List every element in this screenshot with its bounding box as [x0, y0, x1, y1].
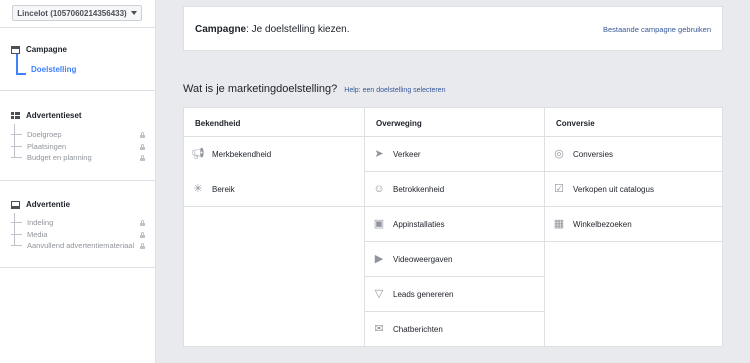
chevron-down-icon — [130, 11, 137, 15]
sidebar-section-adset[interactable]: Advertentieset — [11, 111, 82, 120]
box-icon: ▣ — [373, 217, 385, 230]
column-title: Bekendheid — [195, 119, 241, 128]
lock-icon — [140, 243, 145, 249]
sidebar-divider — [0, 27, 155, 28]
objective-label: Bereik — [212, 184, 235, 194]
account-label: Lincelot (1057060214356433) — [17, 8, 127, 18]
campaign-label: Campagne — [195, 24, 247, 35]
sidebar-section-campaign[interactable]: Campagne — [11, 45, 67, 54]
objective-label: Betrokkenheid — [393, 184, 445, 194]
campaign-step-text: : Je doelstelling kiezen. — [246, 24, 350, 35]
ad-icon — [11, 200, 20, 209]
objective-conversies[interactable]: ◎ Conversies — [545, 137, 722, 172]
lock-icon — [140, 232, 145, 238]
sidebar-item-media[interactable]: Media — [10, 230, 47, 239]
tree-line — [14, 213, 15, 246]
sidebar-item-doelgroep[interactable]: Doelgroep — [11, 130, 62, 139]
column-bekendheid: Bekendheid 📢︎ Merkbekendheid ✳ Bereik — [184, 108, 364, 346]
column-overweging: Overweging ➤ Verkeer ☺ Betrokkenheid ▣ A… — [364, 108, 544, 346]
objective-label: Winkelbezoeken — [573, 219, 632, 229]
objective-label: Appinstallaties — [393, 219, 445, 229]
store-icon: ▦ — [553, 217, 565, 230]
help-link[interactable]: Help: een doelstelling selecteren — [344, 87, 445, 94]
lock-icon — [140, 144, 145, 150]
lock-icon — [140, 220, 145, 226]
sidebar-section-label: Advertentie — [26, 200, 71, 209]
objective-verkopen-catalogus[interactable]: ☑ Verkopen uit catalogus — [545, 172, 722, 207]
objective-label: Verkopen uit catalogus — [573, 184, 654, 194]
objective-videoweergaven[interactable]: ▶ Videoweergaven — [365, 242, 544, 277]
objective-chatberichten[interactable]: ✉ Chatberichten — [365, 312, 544, 347]
objective-verkeer[interactable]: ➤ Verkeer — [365, 137, 544, 172]
sidebar-item-budget[interactable]: Budget en planning — [11, 153, 92, 162]
sidebar-divider — [0, 267, 155, 268]
objective-leads[interactable]: ▽ Leads genereren — [365, 277, 544, 312]
page-title: Wat is je marketingdoelstelling? — [183, 83, 338, 95]
objective-label: Merkbekendheid — [212, 150, 272, 159]
objective-bereik[interactable]: ✳ Bereik — [184, 172, 364, 207]
objective-betrokkenheid[interactable]: ☺ Betrokkenheid — [365, 172, 544, 207]
objective-label: Leads genereren — [393, 289, 454, 299]
objective-label: Verkeer — [393, 149, 421, 159]
sidebar: Lincelot (1057060214356433) Campagne Doe… — [0, 0, 156, 363]
megaphone-icon: 📢︎ — [191, 148, 205, 160]
sidebar-item-indeling[interactable]: Indeling — [10, 218, 53, 227]
sidebar-item-doelstelling[interactable]: Doelstelling — [31, 65, 76, 74]
sidebar-divider — [0, 90, 155, 91]
objective-heading: Wat is je marketingdoelstelling? Help: e… — [183, 83, 445, 95]
lock-icon — [140, 155, 145, 161]
campaign-card-title: Campagne: Je doelstelling kiezen. — [195, 24, 350, 35]
column-title: Overweging — [376, 119, 422, 128]
objective-appinstallaties[interactable]: ▣ Appinstallaties — [365, 207, 544, 242]
active-indicator-tick — [16, 73, 26, 75]
account-selector[interactable]: Lincelot (1057060214356433) — [12, 5, 142, 21]
adset-icon — [11, 111, 20, 120]
sidebar-section-ad[interactable]: Advertentie — [11, 200, 70, 209]
column-conversie: Conversie ◎ Conversies ☑ Verkopen uit ca… — [544, 108, 722, 346]
campaign-icon — [11, 45, 20, 54]
tree-line — [14, 124, 15, 158]
active-indicator — [16, 54, 18, 74]
objective-label: Videoweergaven — [393, 254, 453, 264]
objective-winkelbezoeken[interactable]: ▦ Winkelbezoeken — [545, 207, 722, 242]
sidebar-item-aanvullend[interactable]: Aanvullend advertentiemateriaal — [10, 241, 134, 250]
objective-label: Conversies — [573, 149, 614, 159]
sidebar-item-plaatsingen[interactable]: Plaatsingen — [10, 142, 66, 151]
sidebar-section-label: Campagne — [26, 45, 67, 54]
objective-merkbekendheid[interactable]: 📢︎ Merkbekendheid — [184, 137, 364, 172]
cart-icon: ☑ — [554, 182, 564, 195]
objective-grid: Bekendheid 📢︎ Merkbekendheid ✳ Bereik Ov… — [183, 107, 723, 347]
column-title: Conversie — [556, 119, 595, 128]
people-icon: ☺ — [373, 182, 385, 195]
sidebar-section-label: Advertentieset — [26, 111, 82, 120]
sidebar-divider — [0, 180, 155, 181]
globe-icon: ◎ — [554, 147, 564, 160]
cursor-icon: ➤ — [374, 147, 384, 160]
lock-icon — [140, 132, 145, 138]
use-existing-campaign-link[interactable]: Bestaande campagne gebruiken — [603, 25, 711, 34]
funnel-icon: ▽ — [374, 287, 384, 300]
chat-icon: ✉ — [374, 323, 384, 335]
campaign-card: Campagne: Je doelstelling kiezen. Bestaa… — [183, 6, 723, 51]
objective-label: Chatberichten — [393, 325, 443, 334]
reach-icon: ✳ — [193, 182, 203, 195]
video-icon: ▶ — [374, 252, 384, 265]
